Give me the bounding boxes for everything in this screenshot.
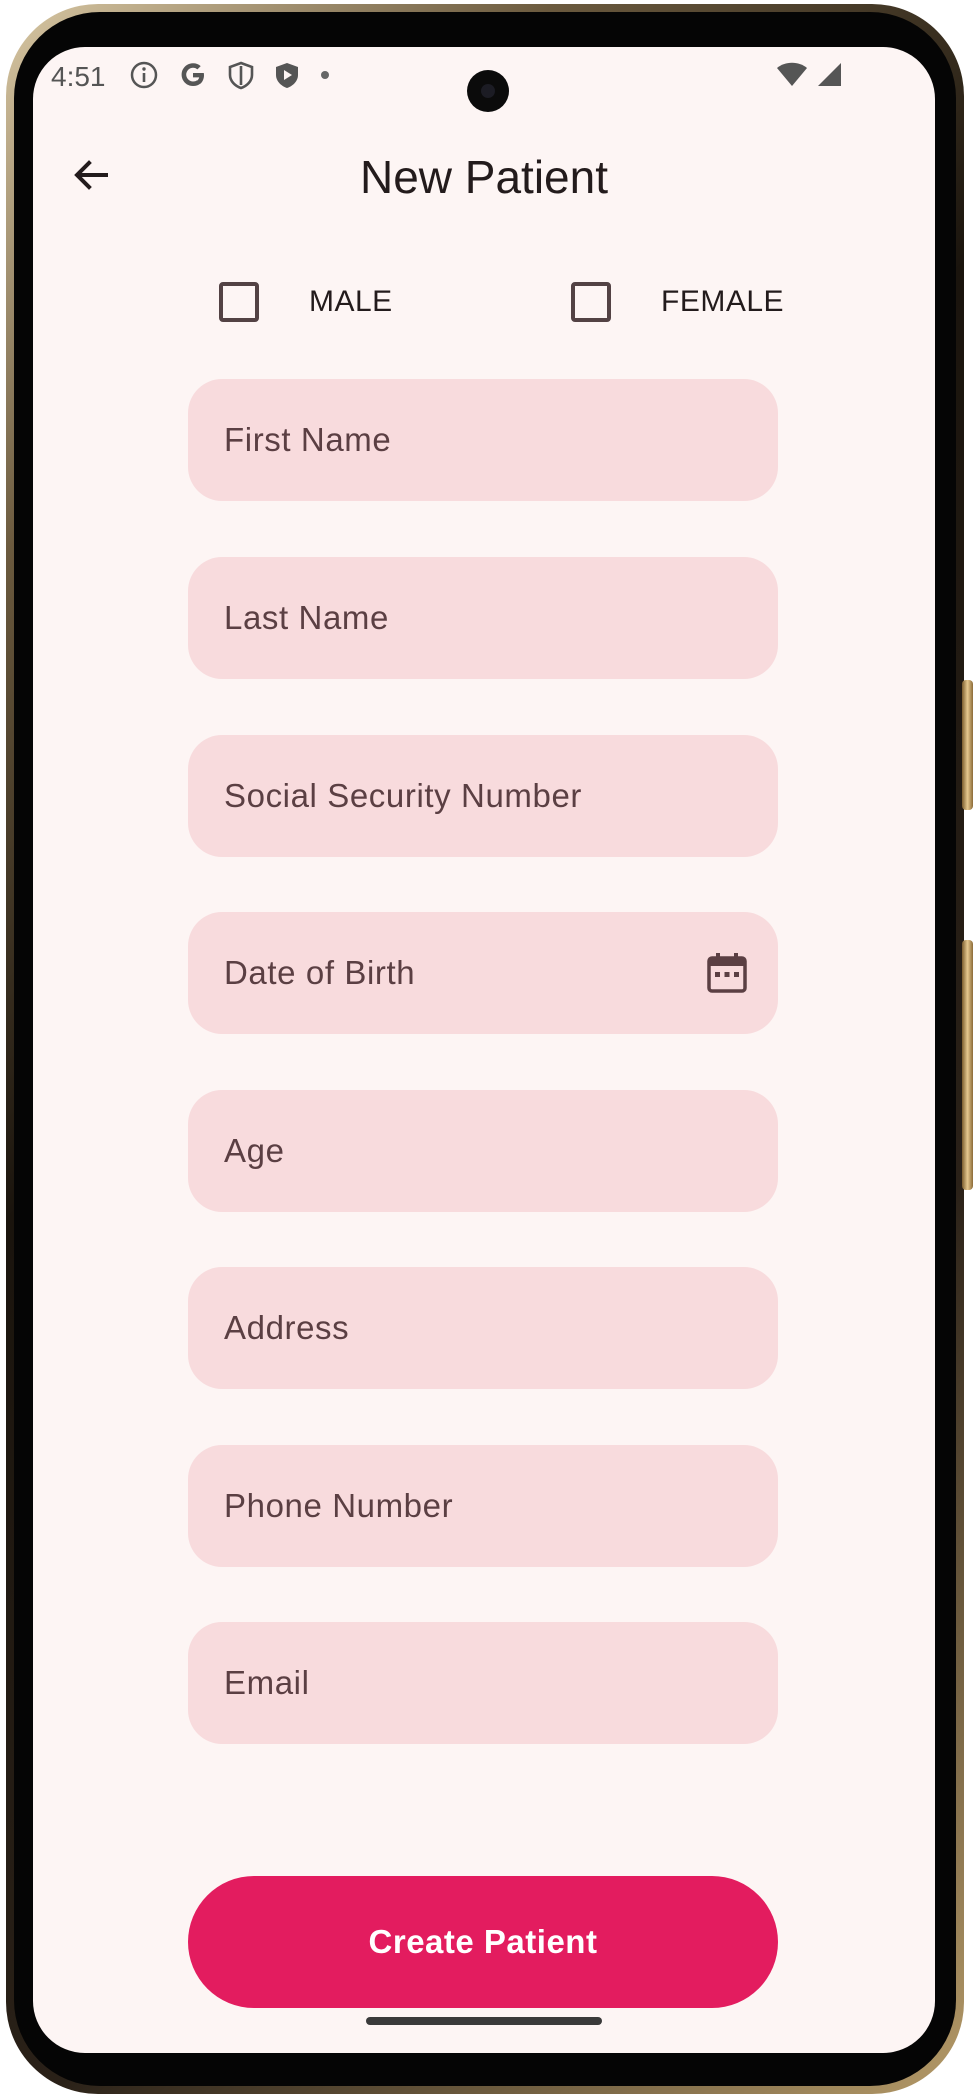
- gender-option-female[interactable]: FEMALE: [571, 282, 784, 322]
- date-of-birth-placeholder: Date of Birth: [224, 954, 416, 991]
- info-icon: [129, 60, 159, 90]
- cellular-signal-icon: [815, 59, 843, 94]
- play-shield-icon: [273, 60, 301, 90]
- calendar-icon[interactable]: [704, 950, 750, 996]
- ssn-placeholder: Social Security Number: [224, 777, 582, 814]
- email-field[interactable]: Email: [188, 1622, 778, 1744]
- last-name-placeholder: Last Name: [224, 599, 389, 636]
- wifi-icon: [775, 59, 809, 94]
- female-checkbox[interactable]: [571, 282, 611, 322]
- male-label: MALE: [309, 285, 393, 318]
- top-app-bar: New Patient: [33, 137, 935, 217]
- home-indicator[interactable]: [366, 2017, 602, 2025]
- create-patient-button[interactable]: Create Patient: [188, 1876, 778, 2008]
- address-field[interactable]: Address: [188, 1267, 778, 1389]
- gender-option-male[interactable]: MALE: [219, 282, 393, 322]
- age-placeholder: Age: [224, 1132, 285, 1169]
- ssn-field[interactable]: Social Security Number: [188, 735, 778, 857]
- screen: 4:51 New Patient MALE FEMALE First Name …: [33, 47, 935, 2053]
- address-placeholder: Address: [224, 1309, 350, 1346]
- status-time: 4:51: [51, 61, 106, 92]
- google-icon: [177, 59, 209, 91]
- page-title: New Patient: [359, 151, 608, 203]
- front-camera: [467, 70, 509, 112]
- male-checkbox[interactable]: [219, 282, 259, 322]
- status-icons-left: [129, 59, 331, 91]
- shield-icon: [227, 60, 255, 90]
- date-of-birth-field[interactable]: Date of Birth: [188, 912, 778, 1034]
- phone-side-button-top: [962, 680, 973, 810]
- status-icons-right: [775, 59, 843, 94]
- phone-side-button-bottom: [962, 940, 973, 1190]
- first-name-placeholder: First Name: [224, 421, 392, 458]
- phone-number-field[interactable]: Phone Number: [188, 1445, 778, 1567]
- female-label: FEMALE: [661, 285, 785, 318]
- gender-selection: MALE FEMALE: [33, 282, 935, 342]
- dot-icon: [319, 60, 331, 90]
- status-bar: 4:51: [33, 47, 935, 112]
- phone-number-placeholder: Phone Number: [224, 1487, 454, 1524]
- first-name-field[interactable]: First Name: [188, 379, 778, 501]
- age-field[interactable]: Age: [188, 1090, 778, 1212]
- last-name-field[interactable]: Last Name: [188, 557, 778, 679]
- email-placeholder: Email: [224, 1664, 310, 1701]
